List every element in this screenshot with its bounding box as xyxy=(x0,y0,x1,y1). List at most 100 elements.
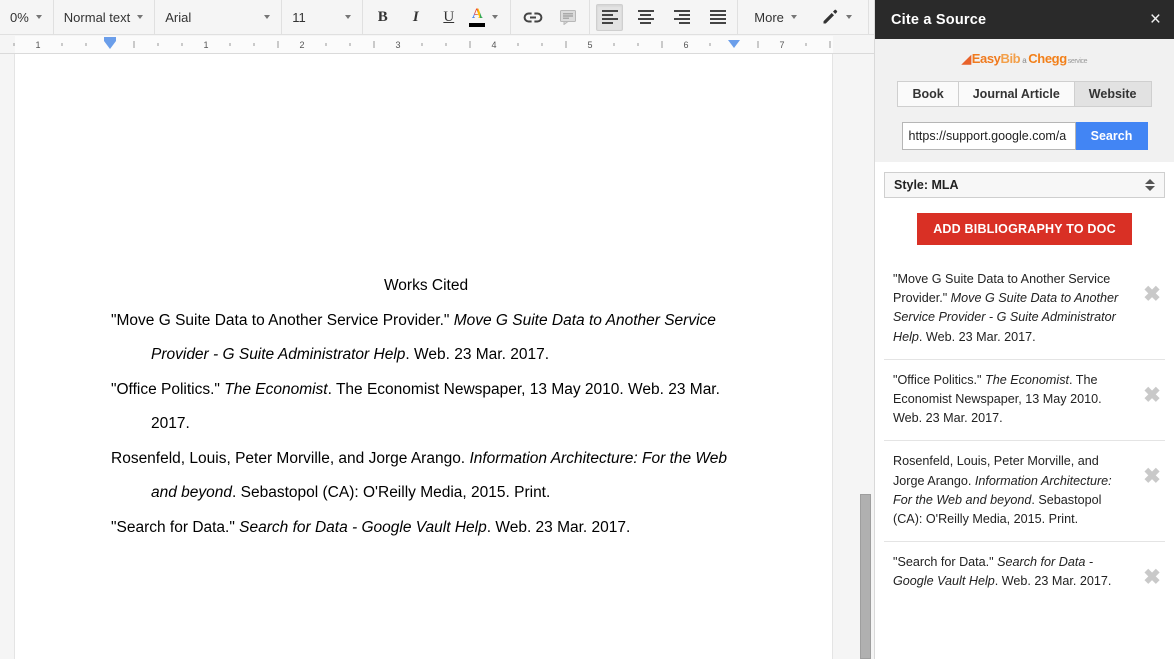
remove-citation-icon[interactable]: ✖ xyxy=(1139,270,1165,305)
cite-a-source-sidebar: Cite a Source × ◢EasyBibaCheggservice Bo… xyxy=(874,0,1174,659)
font-size-select[interactable]: 11 xyxy=(286,4,358,31)
citation-style-select[interactable]: Style: MLA xyxy=(884,172,1165,198)
toolbar-group-zoom: 0% xyxy=(0,0,54,35)
remove-citation-icon[interactable]: ✖ xyxy=(1139,371,1165,406)
citation-text: "Search for Data." Search for Data - Goo… xyxy=(884,553,1139,591)
citation-text: "Move G Suite Data to Another Service Pr… xyxy=(884,270,1139,347)
chevron-down-icon xyxy=(492,15,498,19)
toolbar-group-font: Arial xyxy=(155,0,282,35)
svg-text:1: 1 xyxy=(35,40,40,50)
google-docs-window: 0% Normal text Arial 11 xyxy=(0,0,1174,659)
toolbar-group-insert xyxy=(511,0,590,35)
formatting-toolbar: 0% Normal text Arial 11 xyxy=(0,0,874,35)
citation-list-item[interactable]: "Search for Data." Search for Data - Goo… xyxy=(884,542,1165,603)
svg-text:1: 1 xyxy=(203,40,208,50)
text-color-swatch xyxy=(469,23,485,27)
document-scrollbar[interactable] xyxy=(858,54,873,659)
logo-chegg: Chegg xyxy=(1028,51,1066,66)
tab-book[interactable]: Book xyxy=(897,81,958,107)
svg-text:3: 3 xyxy=(395,40,400,50)
easybib-logo-text: ◢EasyBibaCheggservice xyxy=(962,51,1087,66)
citation-style-row: Style: MLA xyxy=(875,162,1174,198)
align-center-button[interactable] xyxy=(632,4,659,31)
chevron-down-icon xyxy=(345,15,351,19)
citation-text: Rosenfeld, Louis, Peter Morville, and Jo… xyxy=(884,452,1139,529)
toolbar-group-text-format: B I U A xyxy=(363,0,511,35)
edit-mode-button[interactable] xyxy=(818,4,858,31)
chevron-down-icon xyxy=(846,15,852,19)
citation-text: "Office Politics." The Economist. The Ec… xyxy=(884,371,1139,429)
sidebar-title: Cite a Source xyxy=(891,12,986,28)
paragraph-style-select[interactable]: Normal text xyxy=(58,4,150,31)
underline-button[interactable]: U xyxy=(435,4,462,31)
text-color-button[interactable]: A xyxy=(466,4,504,31)
italic-icon: I xyxy=(413,9,419,26)
svg-text:2: 2 xyxy=(299,40,304,50)
toolbar-group-font-size: 11 xyxy=(282,0,363,35)
document-citation-paragraph: "Office Politics." The Economist. The Ec… xyxy=(111,373,741,442)
close-icon[interactable]: × xyxy=(1150,10,1161,29)
zoom-select[interactable]: 0% xyxy=(4,4,49,31)
logo-a: a xyxy=(1022,56,1026,65)
bold-button[interactable]: B xyxy=(369,4,396,31)
chevron-down-icon xyxy=(36,15,42,19)
font-family-select[interactable]: Arial xyxy=(159,4,277,31)
underline-icon: U xyxy=(443,9,454,26)
insert-comment-button[interactable] xyxy=(554,4,581,31)
zoom-value: 0% xyxy=(10,10,29,25)
ruler-ticks: 1 1 2 3 4 5 6 7 xyxy=(0,36,874,53)
svg-text:5: 5 xyxy=(587,40,592,50)
sidebar-header: Cite a Source × xyxy=(875,0,1174,39)
logo-easy: Easy xyxy=(972,51,1001,66)
remove-citation-icon[interactable]: ✖ xyxy=(1139,452,1165,487)
document-citation-paragraph: "Search for Data." Search for Data - Goo… xyxy=(111,511,741,546)
paragraph-style-value: Normal text xyxy=(64,10,130,25)
text-color-letter: A xyxy=(472,7,483,22)
toolbar-group-alignment xyxy=(590,0,738,35)
tab-journal-article[interactable]: Journal Article xyxy=(958,81,1075,107)
align-justify-button[interactable] xyxy=(704,4,731,31)
bold-icon: B xyxy=(378,9,388,26)
document-page[interactable]: Works Cited "Move G Suite Data to Anothe… xyxy=(15,54,832,659)
document-citation-paragraph: "Move G Suite Data to Another Service Pr… xyxy=(111,304,741,373)
document-scrollbar-thumb[interactable] xyxy=(860,494,871,659)
align-right-button[interactable] xyxy=(668,4,695,31)
document-ruler[interactable]: 1 1 2 3 4 5 6 7 xyxy=(0,36,874,54)
source-type-tabs: Book Journal Article Website xyxy=(875,81,1174,107)
citation-list-item[interactable]: Rosenfeld, Louis, Peter Morville, and Jo… xyxy=(884,441,1165,542)
works-cited-heading: Works Cited xyxy=(111,269,741,304)
toolbar-group-edit-mode xyxy=(808,0,869,35)
svg-text:7: 7 xyxy=(779,40,784,50)
align-justify-icon xyxy=(710,10,726,24)
toolbar-group-paragraph-style: Normal text xyxy=(54,0,155,35)
tab-website[interactable]: Website xyxy=(1074,81,1152,107)
font-size-value: 11 xyxy=(292,10,306,25)
comment-icon xyxy=(559,9,577,25)
citation-list-item[interactable]: "Office Politics." The Economist. The Ec… xyxy=(884,360,1165,442)
document-text-body[interactable]: Works Cited "Move G Suite Data to Anothe… xyxy=(111,269,741,545)
more-options-button[interactable]: More xyxy=(746,4,804,31)
font-family-value: Arial xyxy=(165,10,191,25)
text-color-icon: A xyxy=(469,7,485,27)
chevron-down-icon xyxy=(137,15,143,19)
chevron-down-icon xyxy=(264,15,270,19)
insert-link-button[interactable] xyxy=(519,4,546,31)
document-canvas: Works Cited "Move G Suite Data to Anothe… xyxy=(0,54,874,659)
easybib-logo: ◢EasyBibaCheggservice xyxy=(875,47,1174,69)
align-left-button[interactable] xyxy=(596,4,623,31)
logo-bib: Bib xyxy=(1000,51,1020,66)
search-input[interactable] xyxy=(902,122,1076,150)
link-icon xyxy=(523,11,543,24)
toolbar-group-more: More xyxy=(738,0,808,35)
align-left-icon xyxy=(602,10,618,24)
search-button[interactable]: Search xyxy=(1076,122,1148,150)
citation-list-item[interactable]: "Move G Suite Data to Another Service Pr… xyxy=(884,259,1165,360)
logo-service: service xyxy=(1068,58,1087,65)
remove-citation-icon[interactable]: ✖ xyxy=(1139,553,1165,588)
left-indent-marker[interactable] xyxy=(104,41,116,49)
italic-button[interactable]: I xyxy=(402,4,429,31)
svg-text:6: 6 xyxy=(683,40,688,50)
right-indent-marker[interactable] xyxy=(728,40,740,48)
citation-style-label: Style: MLA xyxy=(894,178,959,192)
add-bibliography-button[interactable]: ADD BIBLIOGRAPHY TO DOC xyxy=(917,213,1132,245)
